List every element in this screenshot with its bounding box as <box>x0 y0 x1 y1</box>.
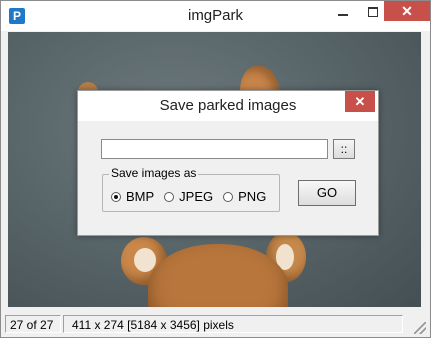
format-group: Save images as BMP JPEG PNG <box>102 166 280 212</box>
radio-png[interactable] <box>223 191 234 202</box>
title-bar[interactable]: P imgPark ✕ <box>1 1 430 31</box>
format-label-png: PNG <box>238 189 267 204</box>
format-group-label: Save images as <box>109 166 199 180</box>
resize-grip-icon[interactable] <box>414 322 426 334</box>
format-label-jpeg: JPEG <box>179 189 214 204</box>
format-option-bmp[interactable]: BMP <box>111 189 154 204</box>
dialog-title: Save parked images <box>159 97 297 114</box>
close-icon: ✕ <box>401 2 413 19</box>
radio-jpeg[interactable] <box>164 191 175 202</box>
format-options: BMP JPEG PNG <box>111 189 276 204</box>
format-label-bmp: BMP <box>126 189 155 204</box>
minimize-icon <box>338 14 348 16</box>
radio-bmp[interactable] <box>111 191 121 202</box>
format-option-png[interactable]: PNG <box>223 189 266 204</box>
save-path-input[interactable] <box>101 139 328 159</box>
minimize-button[interactable] <box>328 1 358 23</box>
status-image-count: 27 of 27 <box>5 315 61 333</box>
maximize-icon <box>368 7 378 17</box>
status-image-size: 411 x 274 [5184 x 3456] pixels <box>63 315 403 333</box>
status-bar: 27 of 27 411 x 274 [5184 x 3456] pixels <box>1 313 430 337</box>
go-button[interactable]: GO <box>298 180 356 206</box>
format-option-jpeg[interactable]: JPEG <box>164 189 213 204</box>
dialog-title-bar[interactable]: Save parked images ✕ <box>78 91 378 121</box>
dialog-close-button[interactable]: ✕ <box>345 91 375 112</box>
save-dialog: Save parked images ✕ :: Save images as B… <box>77 90 379 236</box>
browse-button[interactable]: :: <box>333 139 355 159</box>
bear-ear-left-inner <box>134 248 156 272</box>
close-button[interactable]: ✕ <box>384 1 430 21</box>
dialog-body: :: Save images as BMP JPEG PNG GO <box>84 122 372 232</box>
close-icon: ✕ <box>354 93 366 109</box>
